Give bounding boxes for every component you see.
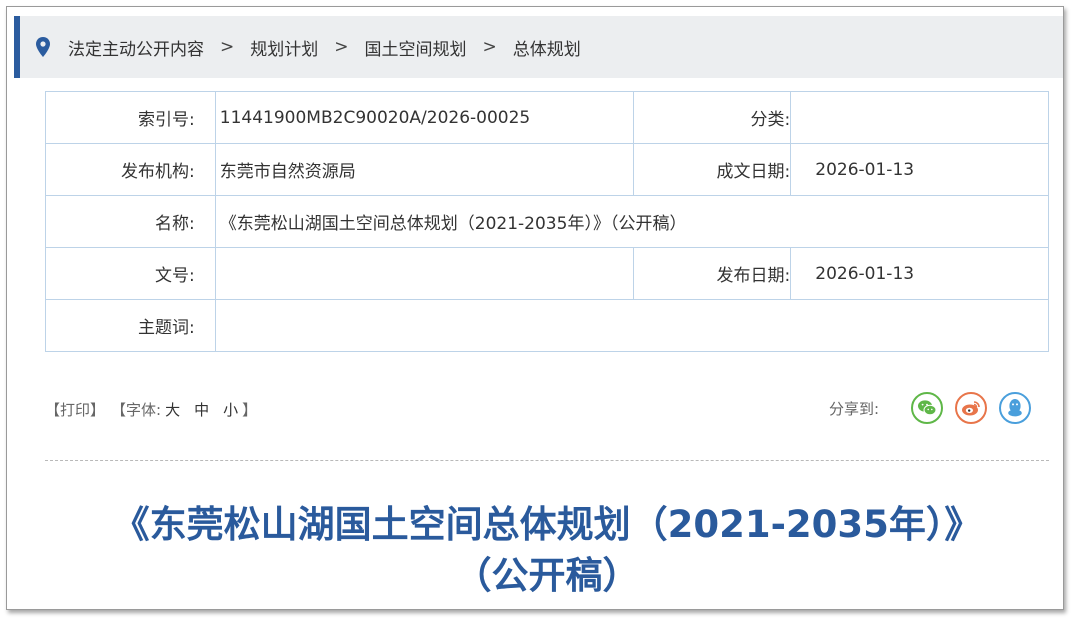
index-label: 索引号: xyxy=(45,91,216,144)
index-value: 11441900MB2C90020A/2026-00025 xyxy=(214,91,634,144)
breadcrumb-item-territorial-planning[interactable]: 国土空间规划 xyxy=(365,35,467,60)
print-button[interactable]: 【打印】 xyxy=(45,399,105,420)
qq-icon[interactable] xyxy=(999,392,1031,424)
name-label: 名称: xyxy=(45,195,216,248)
keywords-label: 主题词: xyxy=(45,299,216,352)
page-tools: 【打印】 【字体: 大 中 小 】 xyxy=(45,399,257,420)
meta-row-index: 索引号: 11441900MB2C90020A/2026-00025 分类: xyxy=(45,91,1049,144)
font-size-suffix: 】 xyxy=(242,401,258,419)
category-value xyxy=(790,91,1049,144)
breadcrumb-item-planning[interactable]: 规划计划 xyxy=(250,35,318,60)
weibo-icon[interactable] xyxy=(955,392,987,424)
meta-row-publisher: 发布机构: 东莞市自然资源局 成文日期: 2026-01-13 xyxy=(45,143,1049,196)
breadcrumb-separator: > xyxy=(220,37,235,57)
document-title-line2: （公开稿） xyxy=(454,554,640,597)
breadcrumb-separator: > xyxy=(482,37,497,57)
publish-date-label: 发布日期: xyxy=(632,247,792,300)
publisher-value: 东莞市自然资源局 xyxy=(214,143,634,196)
section-divider xyxy=(45,460,1049,461)
document-title-line1: 《东莞松山湖国土空间总体规划（2021-2035年）》 xyxy=(112,503,982,546)
share-bar: 分享到: xyxy=(829,392,1031,424)
publish-date-value: 2026-01-13 xyxy=(790,247,1049,300)
name-value: 《东莞松山湖国土空间总体规划（2021-2035年）》（公开稿） xyxy=(214,195,1050,248)
breadcrumb-separator: > xyxy=(334,37,349,57)
meta-row-doc-no: 文号: 发布日期: 2026-01-13 xyxy=(45,247,1049,300)
document-title: 《东莞松山湖国土空间总体规划（2021-2035年）》 （公开稿） xyxy=(45,499,1049,601)
share-label: 分享到: xyxy=(828,399,879,418)
font-medium-button[interactable]: 中 xyxy=(194,399,209,420)
written-date-label: 成文日期: xyxy=(632,143,792,196)
font-size-prefix: 【字体: xyxy=(111,401,162,419)
publisher-label: 发布机构: xyxy=(45,143,216,196)
font-small-button[interactable]: 小 xyxy=(223,399,238,420)
page-frame: 法定主动公开内容 > 规划计划 > 国土空间规划 > 总体规划 索引号: 114… xyxy=(6,6,1064,610)
written-date-value: 2026-01-13 xyxy=(790,143,1049,196)
keywords-value xyxy=(214,299,1050,352)
document-meta-table: 索引号: 11441900MB2C90020A/2026-00025 分类: 发… xyxy=(45,91,1050,352)
meta-row-keywords: 主题词: xyxy=(45,299,1050,352)
breadcrumb-item-public-content[interactable]: 法定主动公开内容 xyxy=(68,35,204,60)
location-pin-icon xyxy=(36,37,50,57)
wechat-icon[interactable] xyxy=(911,392,943,424)
font-large-button[interactable]: 大 xyxy=(165,399,180,420)
doc-no-value xyxy=(214,247,634,300)
breadcrumb-item-master-plan[interactable]: 总体规划 xyxy=(513,35,581,60)
category-label: 分类: xyxy=(632,91,792,144)
meta-row-name: 名称: 《东莞松山湖国土空间总体规划（2021-2035年）》（公开稿） xyxy=(45,195,1050,248)
breadcrumb: 法定主动公开内容 > 规划计划 > 国土空间规划 > 总体规划 xyxy=(14,16,1063,78)
doc-no-label: 文号: xyxy=(45,247,216,300)
